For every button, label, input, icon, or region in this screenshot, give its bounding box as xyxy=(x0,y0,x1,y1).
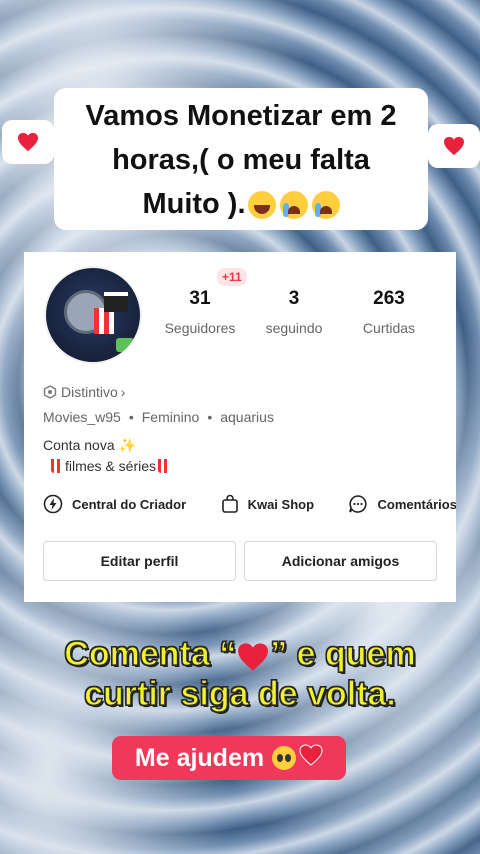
avatar[interactable] xyxy=(44,266,142,364)
lightning-icon xyxy=(43,494,63,514)
profile-card: +11 31 Seguidores 3 seguindo 263 Curtida… xyxy=(24,252,456,602)
followers-label: Seguidores xyxy=(164,320,236,336)
followers-count: 31 xyxy=(189,288,211,309)
bio-line-2-text: filmes & séries xyxy=(65,458,157,474)
username: Movies_w95 xyxy=(43,409,121,425)
help-label: Me ajudem xyxy=(112,736,346,780)
caption-line-3: Muito ). xyxy=(54,182,428,226)
left-heart-sticker xyxy=(2,120,54,164)
heart-icon xyxy=(17,132,39,152)
cta-line-1-a: Comenta “ xyxy=(64,634,237,673)
likes-count: 263 xyxy=(373,288,405,309)
kwai-shop-shortcut[interactable]: Kwai Shop xyxy=(221,494,314,514)
zodiac-sign: aquarius xyxy=(220,409,274,425)
cta-line-2: curtir siga de volta. xyxy=(84,674,397,713)
heart-icon xyxy=(443,136,465,156)
comment-icon xyxy=(349,495,368,513)
new-followers-badge: +11 xyxy=(217,268,247,286)
stat-likes[interactable]: 263 Curtidas xyxy=(349,288,429,336)
comments-shortcut[interactable]: Comentários xyxy=(348,494,456,514)
kwai-shop-label: Kwai Shop xyxy=(247,496,315,512)
crying-emoji-icon-2 xyxy=(311,191,340,220)
shortcuts-row: Central do Criador Kwai Shop Comentários xyxy=(43,494,456,518)
popcorn-icon xyxy=(158,459,171,473)
clapperboard-icon xyxy=(104,292,128,312)
pleading-face-icon xyxy=(272,746,297,770)
edit-profile-button[interactable]: Editar perfil xyxy=(43,541,236,581)
bio-line-1: Conta nova ✨ xyxy=(43,437,136,453)
cta-line-1: Comenta “ ” e quem xyxy=(0,634,480,674)
heart-icon xyxy=(236,641,270,671)
shopping-bag-icon xyxy=(221,494,238,513)
likes-label: Curtidas xyxy=(362,320,416,336)
camera-icon xyxy=(116,338,134,352)
profile-meta: Movies_w95 • Feminino • aquarius xyxy=(43,409,274,425)
creator-center-shortcut[interactable]: Central do Criador xyxy=(43,494,186,514)
add-friends-button[interactable]: Adicionar amigos xyxy=(244,541,437,581)
bio-line-2: filmes & séries xyxy=(49,458,172,474)
help-text: Me ajudem xyxy=(134,743,265,772)
following-label: seguindo xyxy=(265,320,323,336)
following-count: 3 xyxy=(288,288,300,309)
stat-followers[interactable]: 31 Seguidores xyxy=(160,288,240,336)
stat-following[interactable]: 3 seguindo xyxy=(255,288,333,336)
cta-line-1-b: ” e quem xyxy=(270,634,417,673)
call-to-action: Comenta “ ” e quem curtir siga de volta. xyxy=(0,634,480,714)
popcorn-icon xyxy=(51,459,63,473)
caption-line-2: horas,( o meu falta xyxy=(112,144,370,176)
right-heart-sticker xyxy=(428,124,480,168)
heart-icon xyxy=(299,743,323,773)
caption-line-3-text: Muito ). xyxy=(142,188,246,220)
gender: Feminino xyxy=(141,409,200,425)
laughing-emoji-icon xyxy=(247,191,276,220)
badge-icon xyxy=(43,385,57,399)
caption-box: Vamos Monetizar em 2 horas,( o meu falta… xyxy=(54,88,428,230)
caption-line-1: Vamos Monetizar em 2 xyxy=(85,100,397,132)
distintivo-link[interactable]: Distintivo › xyxy=(43,384,125,400)
crying-emoji-icon xyxy=(279,191,308,220)
creator-center-label: Central do Criador xyxy=(72,496,187,512)
chevron-right-icon: › xyxy=(120,384,126,400)
distintivo-label: Distintivo xyxy=(61,384,118,400)
comments-label: Comentários xyxy=(377,496,456,512)
